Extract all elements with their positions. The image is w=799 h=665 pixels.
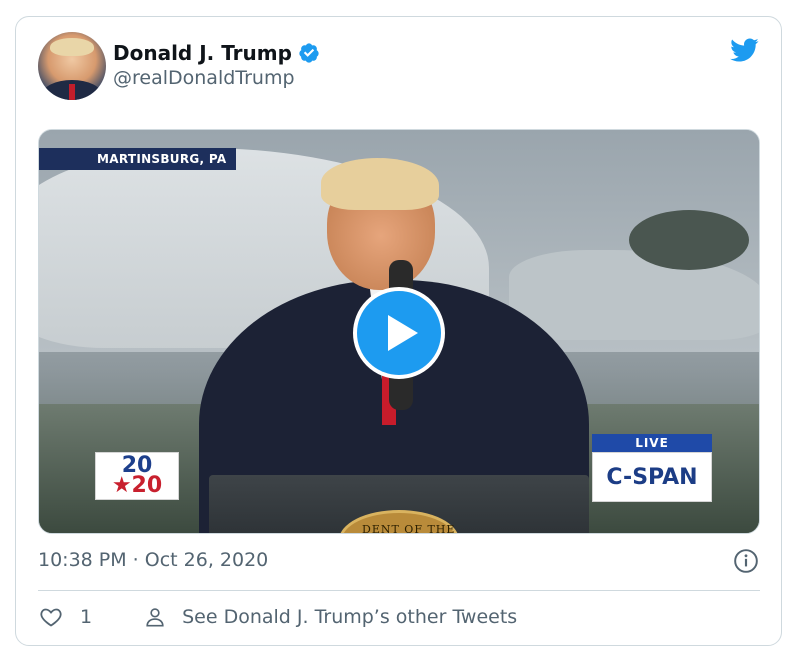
like-count: 1 [80, 606, 93, 628]
cspan-bug: LIVE C-SPAN [592, 434, 712, 502]
person-icon[interactable] [144, 605, 166, 629]
tweet-actions: 1 See Donald J. Trump’s other Tweets [38, 603, 517, 631]
tweet-card[interactable]: Donald J. Trump @realDonaldTrump DENT OF… [15, 16, 782, 646]
verified-badge-icon [299, 43, 319, 63]
see-other-tweets-link[interactable]: See Donald J. Trump’s other Tweets [182, 606, 517, 628]
play-icon [388, 315, 418, 351]
divider [38, 590, 760, 591]
heart-icon[interactable] [38, 605, 64, 629]
campaign-2020-badge: 20 ★20 [95, 452, 179, 500]
avatar-hair [50, 38, 94, 56]
play-button[interactable] [353, 287, 445, 379]
badge-2020-bottom: ★20 [111, 473, 163, 498]
video-background-helicopter [629, 210, 749, 270]
video-player[interactable]: DENT OF THE MARTINSBURG, PA 20 ★20 LIVE … [38, 129, 760, 534]
location-banner: MARTINSBURG, PA [39, 148, 237, 170]
author-name-row[interactable]: Donald J. Trump [113, 41, 320, 65]
speaker-hair [321, 158, 439, 210]
cspan-live-label: LIVE [592, 434, 712, 452]
author-avatar[interactable] [38, 32, 106, 100]
author-handle[interactable]: @realDonaldTrump [113, 67, 295, 89]
twitter-bird-icon[interactable] [727, 35, 761, 65]
avatar-tie [69, 84, 75, 100]
cspan-logo: C-SPAN [592, 452, 712, 502]
seal-text: DENT OF THE [362, 523, 456, 534]
author-display-name[interactable]: Donald J. Trump [113, 41, 292, 65]
tweet-timestamp[interactable]: 10:38 PM · Oct 26, 2020 [38, 549, 268, 571]
info-icon[interactable] [733, 548, 759, 574]
